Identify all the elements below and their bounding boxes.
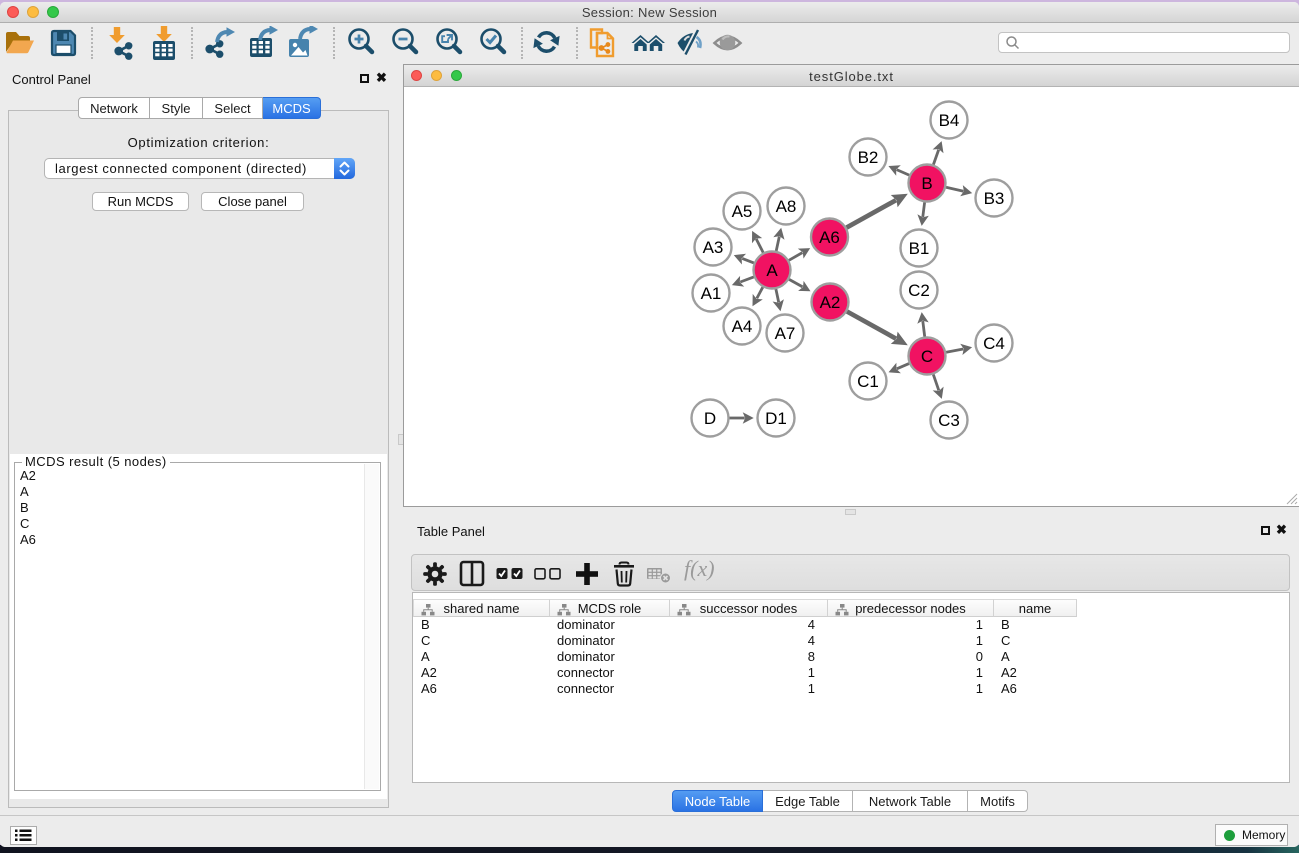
svg-text:A1: A1 xyxy=(701,284,722,303)
svg-text:D1: D1 xyxy=(765,409,787,428)
svg-text:A5: A5 xyxy=(732,202,753,221)
svg-text:A4: A4 xyxy=(732,317,753,336)
svg-text:A6: A6 xyxy=(819,228,840,247)
svg-text:C4: C4 xyxy=(983,334,1005,353)
svg-text:B2: B2 xyxy=(858,148,879,167)
svg-text:C2: C2 xyxy=(908,281,930,300)
svg-text:C3: C3 xyxy=(938,411,960,430)
svg-text:B3: B3 xyxy=(984,189,1005,208)
svg-text:B: B xyxy=(921,174,932,193)
svg-text:A3: A3 xyxy=(703,238,724,257)
svg-text:D: D xyxy=(704,409,716,428)
svg-text:A8: A8 xyxy=(776,197,797,216)
svg-text:C1: C1 xyxy=(857,372,879,391)
svg-text:A: A xyxy=(766,261,778,280)
svg-text:B4: B4 xyxy=(939,111,960,130)
svg-text:C: C xyxy=(921,347,933,366)
svg-text:B1: B1 xyxy=(909,239,930,258)
svg-text:A2: A2 xyxy=(820,293,841,312)
svg-text:A7: A7 xyxy=(775,324,796,343)
